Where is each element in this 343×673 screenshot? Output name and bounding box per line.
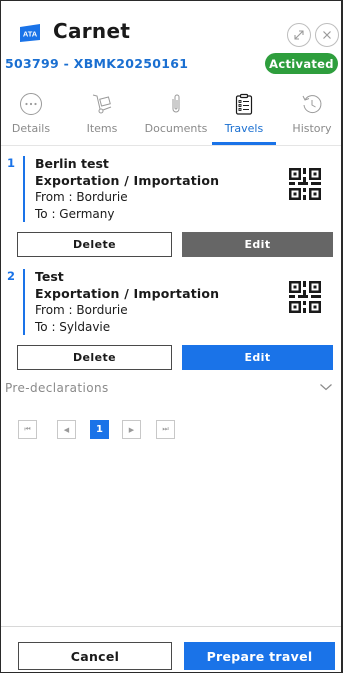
delete-travel-button[interactable]: Delete <box>17 345 172 370</box>
tab-history[interactable]: History <box>287 83 337 146</box>
ata-logo-icon: ATA <box>20 24 40 42</box>
prepare-travel-button[interactable]: Prepare travel <box>184 642 335 670</box>
hand-truck-icon <box>92 94 112 114</box>
travel-name: Berlin test <box>35 156 109 171</box>
tab-items[interactable]: Items <box>79 83 125 146</box>
chevron-down-icon[interactable] <box>319 382 333 392</box>
history-clock-icon <box>302 95 322 114</box>
status-badge: Activated <box>265 53 338 74</box>
close-button[interactable] <box>315 23 339 47</box>
ellipsis-circle-icon <box>20 93 42 115</box>
carnet-panel: ATA Carnet 503799 - XBMK20250161 Activat… <box>0 0 343 673</box>
travel-from: From : Bordurie <box>35 303 128 317</box>
edit-travel-button[interactable]: Edit <box>182 345 333 370</box>
travel-accent-bar <box>23 156 25 222</box>
next-page-button[interactable]: ▶ <box>122 420 141 439</box>
header: ATA Carnet 503799 - XBMK20250161 Activat… <box>1 1 341 83</box>
page-title: Carnet <box>53 19 131 43</box>
first-page-button[interactable]: ⏮ <box>18 420 37 439</box>
qr-code-icon[interactable] <box>289 168 321 200</box>
carnet-id: 503799 - XBMK20250161 <box>5 56 189 71</box>
tab-travels[interactable]: Travels <box>212 83 276 146</box>
tab-label: Items <box>86 122 118 135</box>
tab-label: Travels <box>224 122 264 135</box>
expand-icon <box>294 30 304 40</box>
paperclip-icon <box>172 94 180 113</box>
tab-label: Documents <box>144 122 208 135</box>
travel-from: From : Bordurie <box>35 190 128 204</box>
cancel-button[interactable]: Cancel <box>18 642 172 670</box>
travel-to: To : Germany <box>35 207 115 221</box>
travel-to: To : Syldavie <box>35 320 111 334</box>
expand-button[interactable] <box>287 23 311 47</box>
travel-type: Exportation / Importation <box>35 173 220 188</box>
tab-bar: Details Items Documents Travels History <box>1 83 341 146</box>
travel-number: 2 <box>7 269 16 283</box>
last-page-button[interactable]: ⏭ <box>156 420 175 439</box>
active-tab-indicator <box>212 142 276 145</box>
tab-label: Details <box>11 122 51 135</box>
current-page[interactable]: 1 <box>90 420 109 439</box>
travel-type: Exportation / Importation <box>35 286 220 301</box>
edit-travel-button[interactable]: Edit <box>182 232 333 257</box>
prev-page-button[interactable]: ◀ <box>57 420 76 439</box>
travel-name: Test <box>35 269 64 284</box>
footer: Cancel Prepare travel <box>1 626 341 672</box>
tab-label: History <box>292 122 332 135</box>
close-icon <box>323 31 331 39</box>
predeclarations-toggle[interactable]: Pre-declarations <box>5 381 109 395</box>
tab-details[interactable]: Details <box>5 83 57 146</box>
svg-text:ATA: ATA <box>23 30 38 39</box>
delete-travel-button[interactable]: Delete <box>17 232 172 257</box>
travel-number: 1 <box>7 156 16 170</box>
travel-accent-bar <box>23 269 25 335</box>
clipboard-list-icon <box>235 93 253 115</box>
qr-code-icon[interactable] <box>289 281 321 313</box>
tab-documents[interactable]: Documents <box>144 83 208 146</box>
